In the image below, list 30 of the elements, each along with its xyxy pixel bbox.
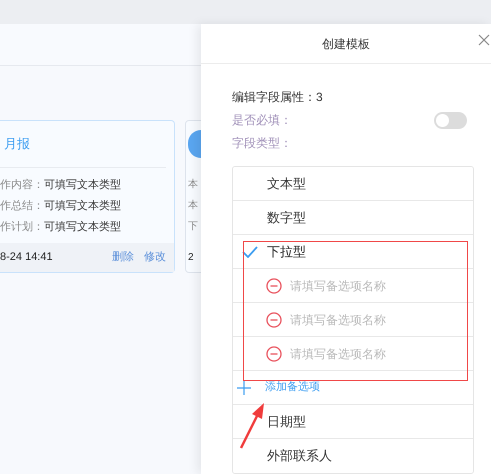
drawer-title: 创建模板 bbox=[322, 36, 370, 52]
field-label: 本 bbox=[188, 178, 199, 192]
plus-icon[interactable] bbox=[237, 380, 251, 394]
field-label: 下 bbox=[188, 220, 199, 234]
section-heading: 编辑字段属性：3 bbox=[232, 89, 324, 106]
field-type-option[interactable]: 下拉型 bbox=[267, 242, 306, 262]
field-type-option[interactable]: 数字型 bbox=[267, 208, 306, 228]
card-time: 8-24 14:41 bbox=[0, 250, 54, 266]
field-value: 可填写文本类型 bbox=[44, 178, 121, 194]
option-name-field[interactable]: 请填写备选项名称 bbox=[290, 344, 450, 362]
card-time: 2 bbox=[188, 251, 194, 265]
option-name-field[interactable]: 请填写备选项名称 bbox=[290, 276, 450, 294]
field-label: 作计划： bbox=[0, 220, 44, 236]
required-toggle[interactable] bbox=[434, 112, 467, 128]
remove-icon[interactable] bbox=[266, 346, 282, 362]
field-type-option[interactable]: 日期型 bbox=[267, 412, 306, 432]
close-icon[interactable] bbox=[478, 34, 490, 46]
option-name-field[interactable]: 请填写备选项名称 bbox=[290, 310, 450, 328]
card-title: 月报 bbox=[4, 135, 30, 154]
required-label: 是否必填： bbox=[232, 112, 292, 129]
field-label: 作内容： bbox=[0, 178, 44, 194]
field-label: 本 bbox=[188, 198, 199, 213]
field-value: 可填写文本类型 bbox=[44, 198, 121, 214]
field-value: 可填写文本类型 bbox=[44, 220, 121, 236]
field-label: 作总结： bbox=[0, 199, 44, 214]
remove-icon[interactable] bbox=[266, 278, 282, 294]
remove-icon[interactable] bbox=[266, 312, 282, 328]
field-type-label: 字段类型： bbox=[232, 135, 293, 152]
field-type-option[interactable]: 外部联系人 bbox=[267, 446, 332, 466]
field-type-option[interactable]: 文本型 bbox=[267, 174, 306, 194]
